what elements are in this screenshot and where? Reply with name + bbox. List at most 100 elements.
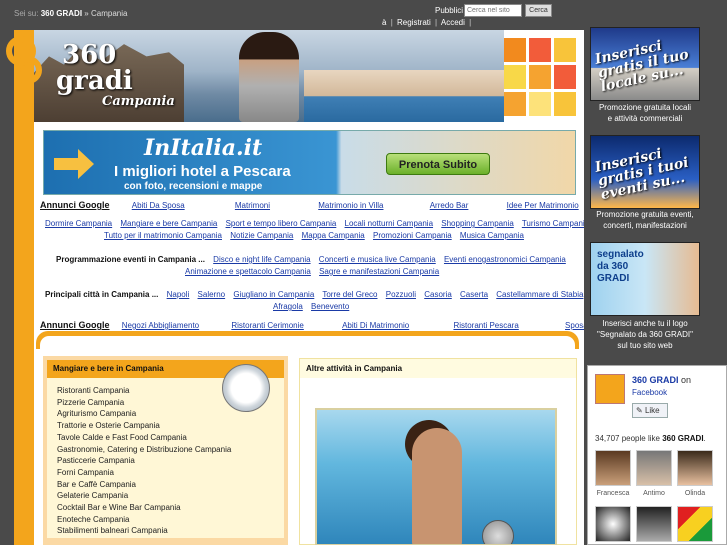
category-link[interactable]: Locali notturni Campania — [345, 219, 434, 228]
friend-avatar[interactable] — [636, 450, 672, 486]
segnalato-da-text: Inserisci anche tu il logo "Segnalato da… — [590, 318, 700, 351]
events-row1: Programmazione eventi in Campania ... Di… — [56, 255, 572, 264]
tile — [504, 38, 526, 62]
ad-link[interactable]: Abiti Da Sposa — [132, 201, 185, 210]
login-link[interactable]: Accedi — [441, 18, 465, 27]
ads-row-bottom: Annunci Google Negozi Abbigliamento Rist… — [40, 320, 616, 330]
city-link[interactable]: Giugliano in Campania — [233, 290, 314, 299]
food-category-link[interactable]: Pizzerie Campania — [57, 397, 231, 409]
ad-link[interactable]: Ristoranti Cerimonie — [231, 321, 303, 330]
category-link[interactable]: Shopping Campania — [441, 219, 514, 228]
city-link[interactable]: Caserta — [460, 290, 488, 299]
logo-word: gradi — [56, 66, 133, 96]
event-link[interactable]: Disco e night life Campania — [213, 255, 310, 264]
event-link[interactable]: Animazione e spettacolo Campania — [185, 267, 311, 276]
annunci-google-label[interactable]: Annunci Google — [40, 200, 110, 210]
promo-locali-image[interactable]: Inserisci gratis il tuo locale su... — [590, 27, 700, 101]
food-category-link[interactable]: Ristoranti Campania — [57, 385, 231, 397]
promo-photo[interactable] — [315, 408, 557, 545]
publisher-label: Pubblici — [435, 6, 464, 15]
food-category-link[interactable]: Stabilimenti balneari Campania — [57, 525, 231, 537]
likes-count-text: 34,707 people like — [595, 434, 660, 443]
facebook-link[interactable]: Facebook — [632, 388, 667, 397]
search-input[interactable] — [464, 4, 522, 17]
register-link[interactable]: Registrati — [397, 18, 431, 27]
banner-brand: InItalia.it — [144, 135, 263, 161]
food-category-link[interactable]: Trattorie e Osterie Campania — [57, 420, 231, 432]
decorative-tiles — [504, 38, 578, 120]
tile — [529, 92, 551, 116]
food-category-link[interactable]: Bar e Caffè Campania — [57, 479, 231, 491]
city-link[interactable]: Salerno — [198, 290, 226, 299]
model-graphic — [239, 32, 299, 122]
category-link[interactable]: Musica Campania — [460, 231, 524, 240]
friend-avatar[interactable] — [595, 506, 631, 542]
breadcrumb-site-link[interactable]: 360 GRADI — [41, 9, 82, 18]
coast-graphic — [304, 70, 504, 122]
food-category-link[interactable]: Agriturismo Campania — [57, 408, 231, 420]
food-category-link[interactable]: Tavole Calde e Fast Food Campania — [57, 432, 231, 444]
friend-avatar[interactable] — [677, 506, 713, 542]
category-link[interactable]: Notizie Campania — [230, 231, 293, 240]
facebook-page-name[interactable]: 360 GRADI on — [632, 375, 691, 385]
tile — [504, 92, 526, 116]
breadcrumb-separator: » — [84, 9, 89, 18]
tile — [554, 38, 576, 62]
category-link[interactable]: Turismo Campania — [522, 219, 589, 228]
ad-link[interactable]: Matrimonio in Villa — [318, 201, 383, 210]
segnalato-da-image[interactable]: segnalato da 360 GRADI — [590, 242, 700, 316]
city-link[interactable]: Napoli — [167, 290, 190, 299]
city-link[interactable]: Torre del Greco — [322, 290, 377, 299]
ad-link[interactable]: Matrimoni — [235, 201, 270, 210]
thumbs-up-icon: ✎ — [636, 406, 643, 415]
food-category-link[interactable]: Pasticcerie Campania — [57, 455, 231, 467]
category-link[interactable]: Mangiare e bere Campania — [120, 219, 217, 228]
friend-avatar[interactable] — [677, 450, 713, 486]
promo-eventi-line1: Promozione gratuita eventi, — [596, 210, 694, 219]
ad-link[interactable]: Negozi Abbigliamento — [122, 321, 199, 330]
page-avatar[interactable] — [595, 374, 625, 404]
city-link[interactable]: Afragola — [273, 302, 303, 311]
likes-count: 34,707 people like 360 GRADI. — [595, 434, 706, 443]
category-link[interactable]: Tutto per il matrimonio Campania — [104, 231, 222, 240]
friend-avatar[interactable] — [636, 506, 672, 542]
city-link[interactable]: Casoria — [424, 290, 452, 299]
annunci-google-label[interactable]: Annunci Google — [40, 320, 110, 330]
event-link[interactable]: Sagre e manifestazioni Campania — [319, 267, 439, 276]
food-category-link[interactable]: Enoteche Campania — [57, 514, 231, 526]
event-link[interactable]: Concerti e musica live Campania — [319, 255, 436, 264]
facebook-like-box: 360 GRADI on Facebook ✎ Like 34,707 peop… — [587, 365, 727, 545]
ad-link[interactable]: Abiti Di Matrimonio — [342, 321, 409, 330]
friend-name[interactable]: Francesca — [593, 490, 633, 497]
friend-name[interactable]: Olinda — [675, 490, 715, 497]
like-button[interactable]: ✎ Like — [632, 403, 668, 418]
food-category-link[interactable]: Gastronomie, Catering e Distribuzione Ca… — [57, 444, 231, 456]
friend-name[interactable]: Antimo — [634, 490, 674, 497]
hotel-ad-banner[interactable]: InItalia.it I migliori hotel a Pescara c… — [43, 130, 576, 195]
page-name[interactable]: 360 GRADI — [632, 375, 679, 385]
search-button[interactable]: Cerca — [525, 4, 552, 17]
segnalato-line2: "Segnalato da 360 GRADI" — [597, 330, 693, 339]
category-link[interactable]: Promozioni Campania — [373, 231, 452, 240]
category-link[interactable]: Dormire Campania — [45, 219, 112, 228]
city-link[interactable]: Pozzuoli — [386, 290, 416, 299]
other-activities-title: Altre attività in Campania — [300, 359, 576, 378]
divider: | — [390, 18, 393, 27]
category-link[interactable]: Sport e tempo libero Campania — [226, 219, 337, 228]
promo-eventi-caption: Inserisci gratis i tuoi eventi su... — [593, 145, 691, 204]
city-link[interactable]: Benevento — [311, 302, 349, 311]
promo-eventi-image[interactable]: Inserisci gratis i tuoi eventi su... — [590, 135, 700, 209]
category-link[interactable]: Mappa Campania — [302, 231, 365, 240]
event-link[interactable]: Eventi enogastronomici Campania — [444, 255, 566, 264]
food-category-link[interactable]: Cocktail Bar e Wine Bar Campania — [57, 502, 231, 514]
segnalato-line1: Inserisci anche tu il logo — [602, 319, 688, 328]
city-link[interactable]: Castellammare di Stabia — [496, 290, 583, 299]
food-category-link[interactable]: Gelaterie Campania — [57, 490, 231, 502]
ad-link[interactable]: Ristoranti Pescara — [453, 321, 518, 330]
food-category-link[interactable]: Forni Campania — [57, 467, 231, 479]
book-now-button[interactable]: Prenota Subito — [386, 153, 490, 175]
promo-locali-line1: Promozione gratuita locali — [598, 103, 692, 112]
ad-link[interactable]: Arredo Bar — [430, 201, 469, 210]
ad-link[interactable]: Idee Per Matrimonio — [507, 201, 579, 210]
friend-avatar[interactable] — [595, 450, 631, 486]
